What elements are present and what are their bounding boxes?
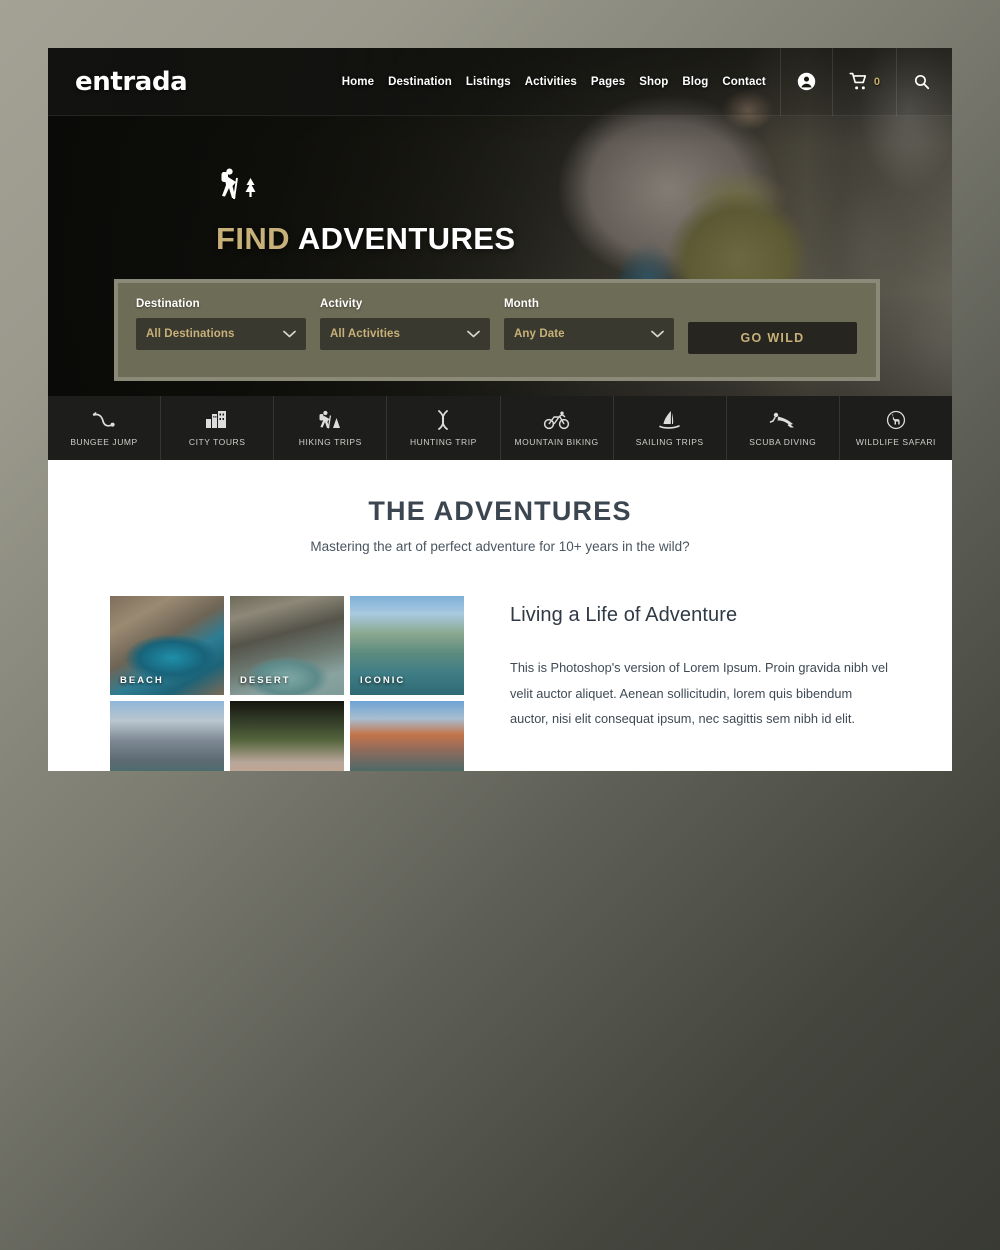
hero-hiker-icon-wrap: [216, 168, 952, 209]
nav-item-pages[interactable]: Pages: [591, 76, 625, 88]
category-label: BUNGEE JUMP: [70, 436, 138, 447]
category-label: SCUBA DIVING: [749, 436, 817, 447]
gallery-item-label: DESERT: [240, 675, 291, 686]
shopping-cart-icon: [849, 72, 866, 90]
city-buildings-icon: [206, 410, 227, 428]
category-mountain-biking[interactable]: MOUNTAIN BIKING: [501, 396, 614, 460]
hero-section: entrada Home Destination Listings Activi…: [48, 48, 952, 396]
hero-search-panel: Destination All Destinations Activity Al…: [114, 279, 880, 381]
hero-title-white: ADVENTURES: [297, 221, 516, 256]
gallery-item[interactable]: ICONIC: [350, 596, 464, 695]
gallery-item[interactable]: [110, 701, 224, 771]
month-field: Month Any Date: [504, 298, 674, 350]
category-hunting-trip[interactable]: HUNTING TRIP: [387, 396, 501, 460]
nav-item-blog[interactable]: Blog: [682, 76, 708, 88]
destination-select[interactable]: All Destinations: [136, 318, 306, 350]
activity-select[interactable]: All Activities: [320, 318, 490, 350]
category-label: MOUNTAIN BIKING: [514, 436, 599, 447]
category-label: SAILING TRIPS: [635, 436, 704, 447]
section-subtitle: Mastering the art of perfect adventure f…: [310, 539, 690, 554]
category-sailing-trips[interactable]: SAILING TRIPS: [614, 396, 727, 460]
gallery-item[interactable]: [230, 701, 344, 771]
hero-title: FIND ADVENTURES: [216, 221, 952, 257]
bungee-cord-icon: [92, 411, 115, 427]
destination-label: Destination: [136, 298, 200, 310]
adventures-article: Living a Life of Adventure This is Photo…: [510, 596, 892, 771]
article-title: Living a Life of Adventure: [510, 604, 738, 626]
adventures-section: THE ADVENTURES Mastering the art of perf…: [48, 460, 952, 771]
top-navigation-bar: entrada Home Destination Listings Activi…: [48, 48, 952, 116]
category-bungee-jump[interactable]: BUNGEE JUMP: [48, 396, 162, 460]
destination-field: Destination All Destinations: [136, 298, 306, 350]
search-icon: [914, 74, 930, 90]
main-nav-menu: Home Destination Listings Activities Pag…: [342, 48, 952, 116]
adventure-gallery: BEACH DESERT ICONIC: [110, 596, 464, 771]
cart-count-badge: 0: [873, 75, 880, 88]
gallery-item-label: ICONIC: [360, 675, 406, 686]
nav-icon-group: 0: [779, 48, 946, 116]
gallery-item[interactable]: DESERT: [230, 596, 344, 695]
sailboat-icon: [658, 410, 680, 429]
month-label: Month: [504, 298, 539, 310]
hiker-icon: [319, 410, 341, 428]
nav-item-activities[interactable]: Activities: [525, 76, 577, 88]
category-hiking-trips[interactable]: HIKING TRIPS: [274, 396, 388, 460]
nav-item-home[interactable]: Home: [342, 76, 374, 88]
activity-value: All Activities: [330, 328, 400, 340]
nav-item-destination[interactable]: Destination: [388, 76, 452, 88]
bicycle-icon: [543, 411, 569, 429]
section-title: THE ADVENTURES: [368, 496, 632, 526]
category-label: HUNTING TRIP: [409, 436, 477, 447]
category-label: WILDLIFE SAFARI: [855, 436, 936, 447]
scuba-diver-icon: [769, 412, 794, 427]
cart-button[interactable]: 0: [831, 48, 896, 116]
category-city-tours[interactable]: CITY TOURS: [161, 396, 275, 460]
category-label: HIKING TRIPS: [298, 436, 362, 447]
hero-content: FIND ADVENTURES Destination All Destinat…: [48, 116, 952, 381]
category-bar: BUNGEE JUMP CITY TOURS HIKING TRIPS HUNT…: [48, 396, 952, 460]
gallery-item[interactable]: [350, 701, 464, 771]
search-button[interactable]: [896, 48, 946, 116]
nav-item-listings[interactable]: Listings: [466, 76, 511, 88]
hiker-tree-icon: [221, 168, 256, 200]
hero-title-gold: FIND: [216, 221, 290, 256]
chevron-down-icon: [467, 325, 480, 343]
category-wildlife-safari[interactable]: WILDLIFE SAFARI: [840, 396, 952, 460]
article-body: This is Photoshop's version of Lorem Ips…: [510, 660, 889, 727]
nav-item-shop[interactable]: Shop: [639, 76, 668, 88]
activity-label: Activity: [320, 298, 363, 310]
account-circle-icon: [797, 72, 816, 91]
chevron-down-icon: [283, 325, 296, 343]
nav-item-contact[interactable]: Contact: [722, 76, 766, 88]
adventures-columns: BEACH DESERT ICONIC Living a Life of Adv…: [48, 596, 952, 771]
wildlife-circle-icon: [886, 410, 906, 429]
activity-field: Activity All Activities: [320, 298, 490, 350]
gallery-item[interactable]: BEACH: [110, 596, 224, 695]
category-label: CITY TOURS: [188, 436, 246, 447]
browser-viewport: entrada Home Destination Listings Activi…: [48, 48, 952, 771]
category-scuba-diving[interactable]: SCUBA DIVING: [727, 396, 840, 460]
destination-value: All Destinations: [146, 328, 235, 340]
gallery-item-label: BEACH: [120, 675, 164, 686]
month-value: Any Date: [514, 328, 565, 340]
site-logo[interactable]: entrada: [75, 67, 188, 97]
account-button[interactable]: [779, 48, 832, 116]
hunting-bow-icon: [438, 409, 449, 430]
chevron-down-icon: [651, 325, 664, 343]
month-select[interactable]: Any Date: [504, 318, 674, 350]
go-wild-button[interactable]: GO WILD: [688, 322, 857, 354]
